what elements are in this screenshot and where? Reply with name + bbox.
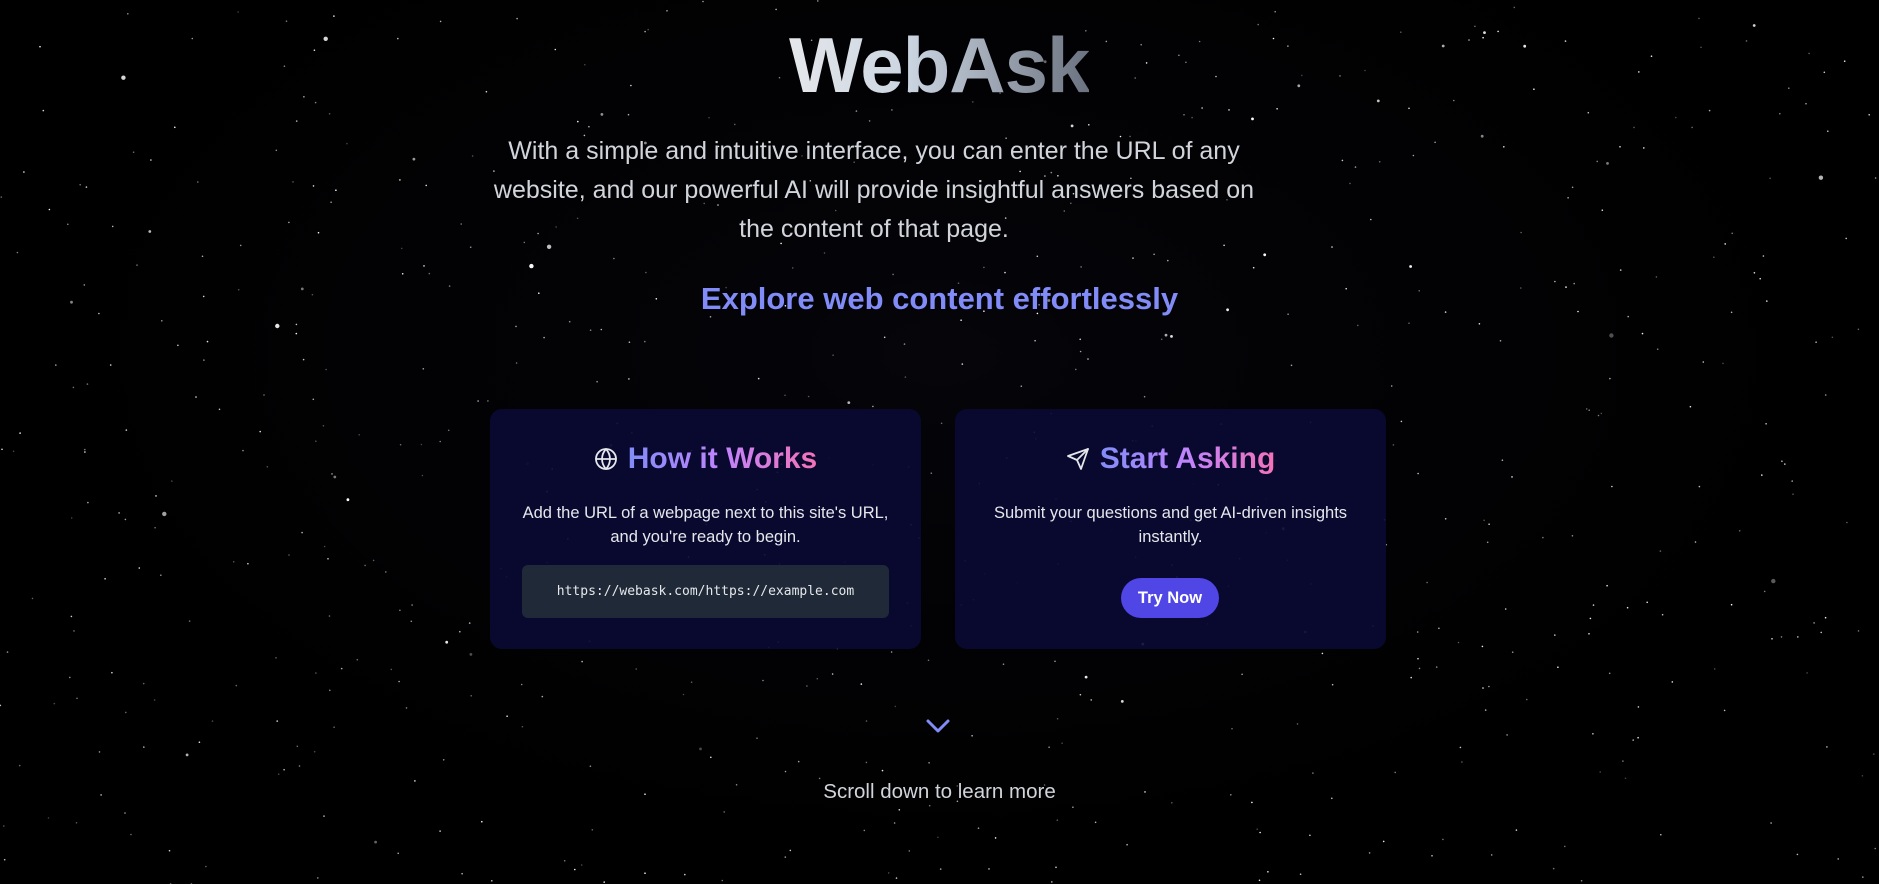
app-description: With a simple and intuitive interface, y… — [493, 137, 1255, 243]
start-asking-header: Start Asking — [955, 439, 1386, 479]
start-asking-card: Start Asking Submit your questions and g… — [955, 409, 1386, 649]
hero-section: WebAsk With a simple and intuitive inter… — [0, 0, 1879, 884]
example-url: https://webask.com/https://example.com — [556, 584, 855, 599]
app-title: WebAsk — [789, 21, 1090, 109]
start-asking-title: Start Asking — [1100, 439, 1276, 479]
how-it-works-card: How it Works Add the URL of a webpage ne… — [490, 409, 921, 649]
chevron-down-icon[interactable] — [922, 714, 954, 738]
example-url-box: https://webask.com/https://example.com — [522, 565, 889, 618]
start-asking-text: Submit your questions and get AI-driven … — [993, 504, 1348, 546]
tagline: Explore web content effortlessly — [700, 281, 1179, 316]
how-it-works-text: Add the URL of a webpage next to this si… — [522, 504, 889, 546]
how-it-works-title: How it Works — [628, 439, 817, 479]
title-wrapper: WebAsk — [789, 21, 1090, 109]
globe-icon — [594, 447, 618, 471]
try-now-button[interactable]: Try Now — [1121, 578, 1219, 618]
send-icon — [1066, 447, 1090, 471]
scroll-hint-text: Scroll down to learn more — [823, 780, 1056, 803]
how-it-works-header: How it Works — [490, 439, 921, 479]
page: WebAsk With a simple and intuitive inter… — [0, 0, 1879, 884]
